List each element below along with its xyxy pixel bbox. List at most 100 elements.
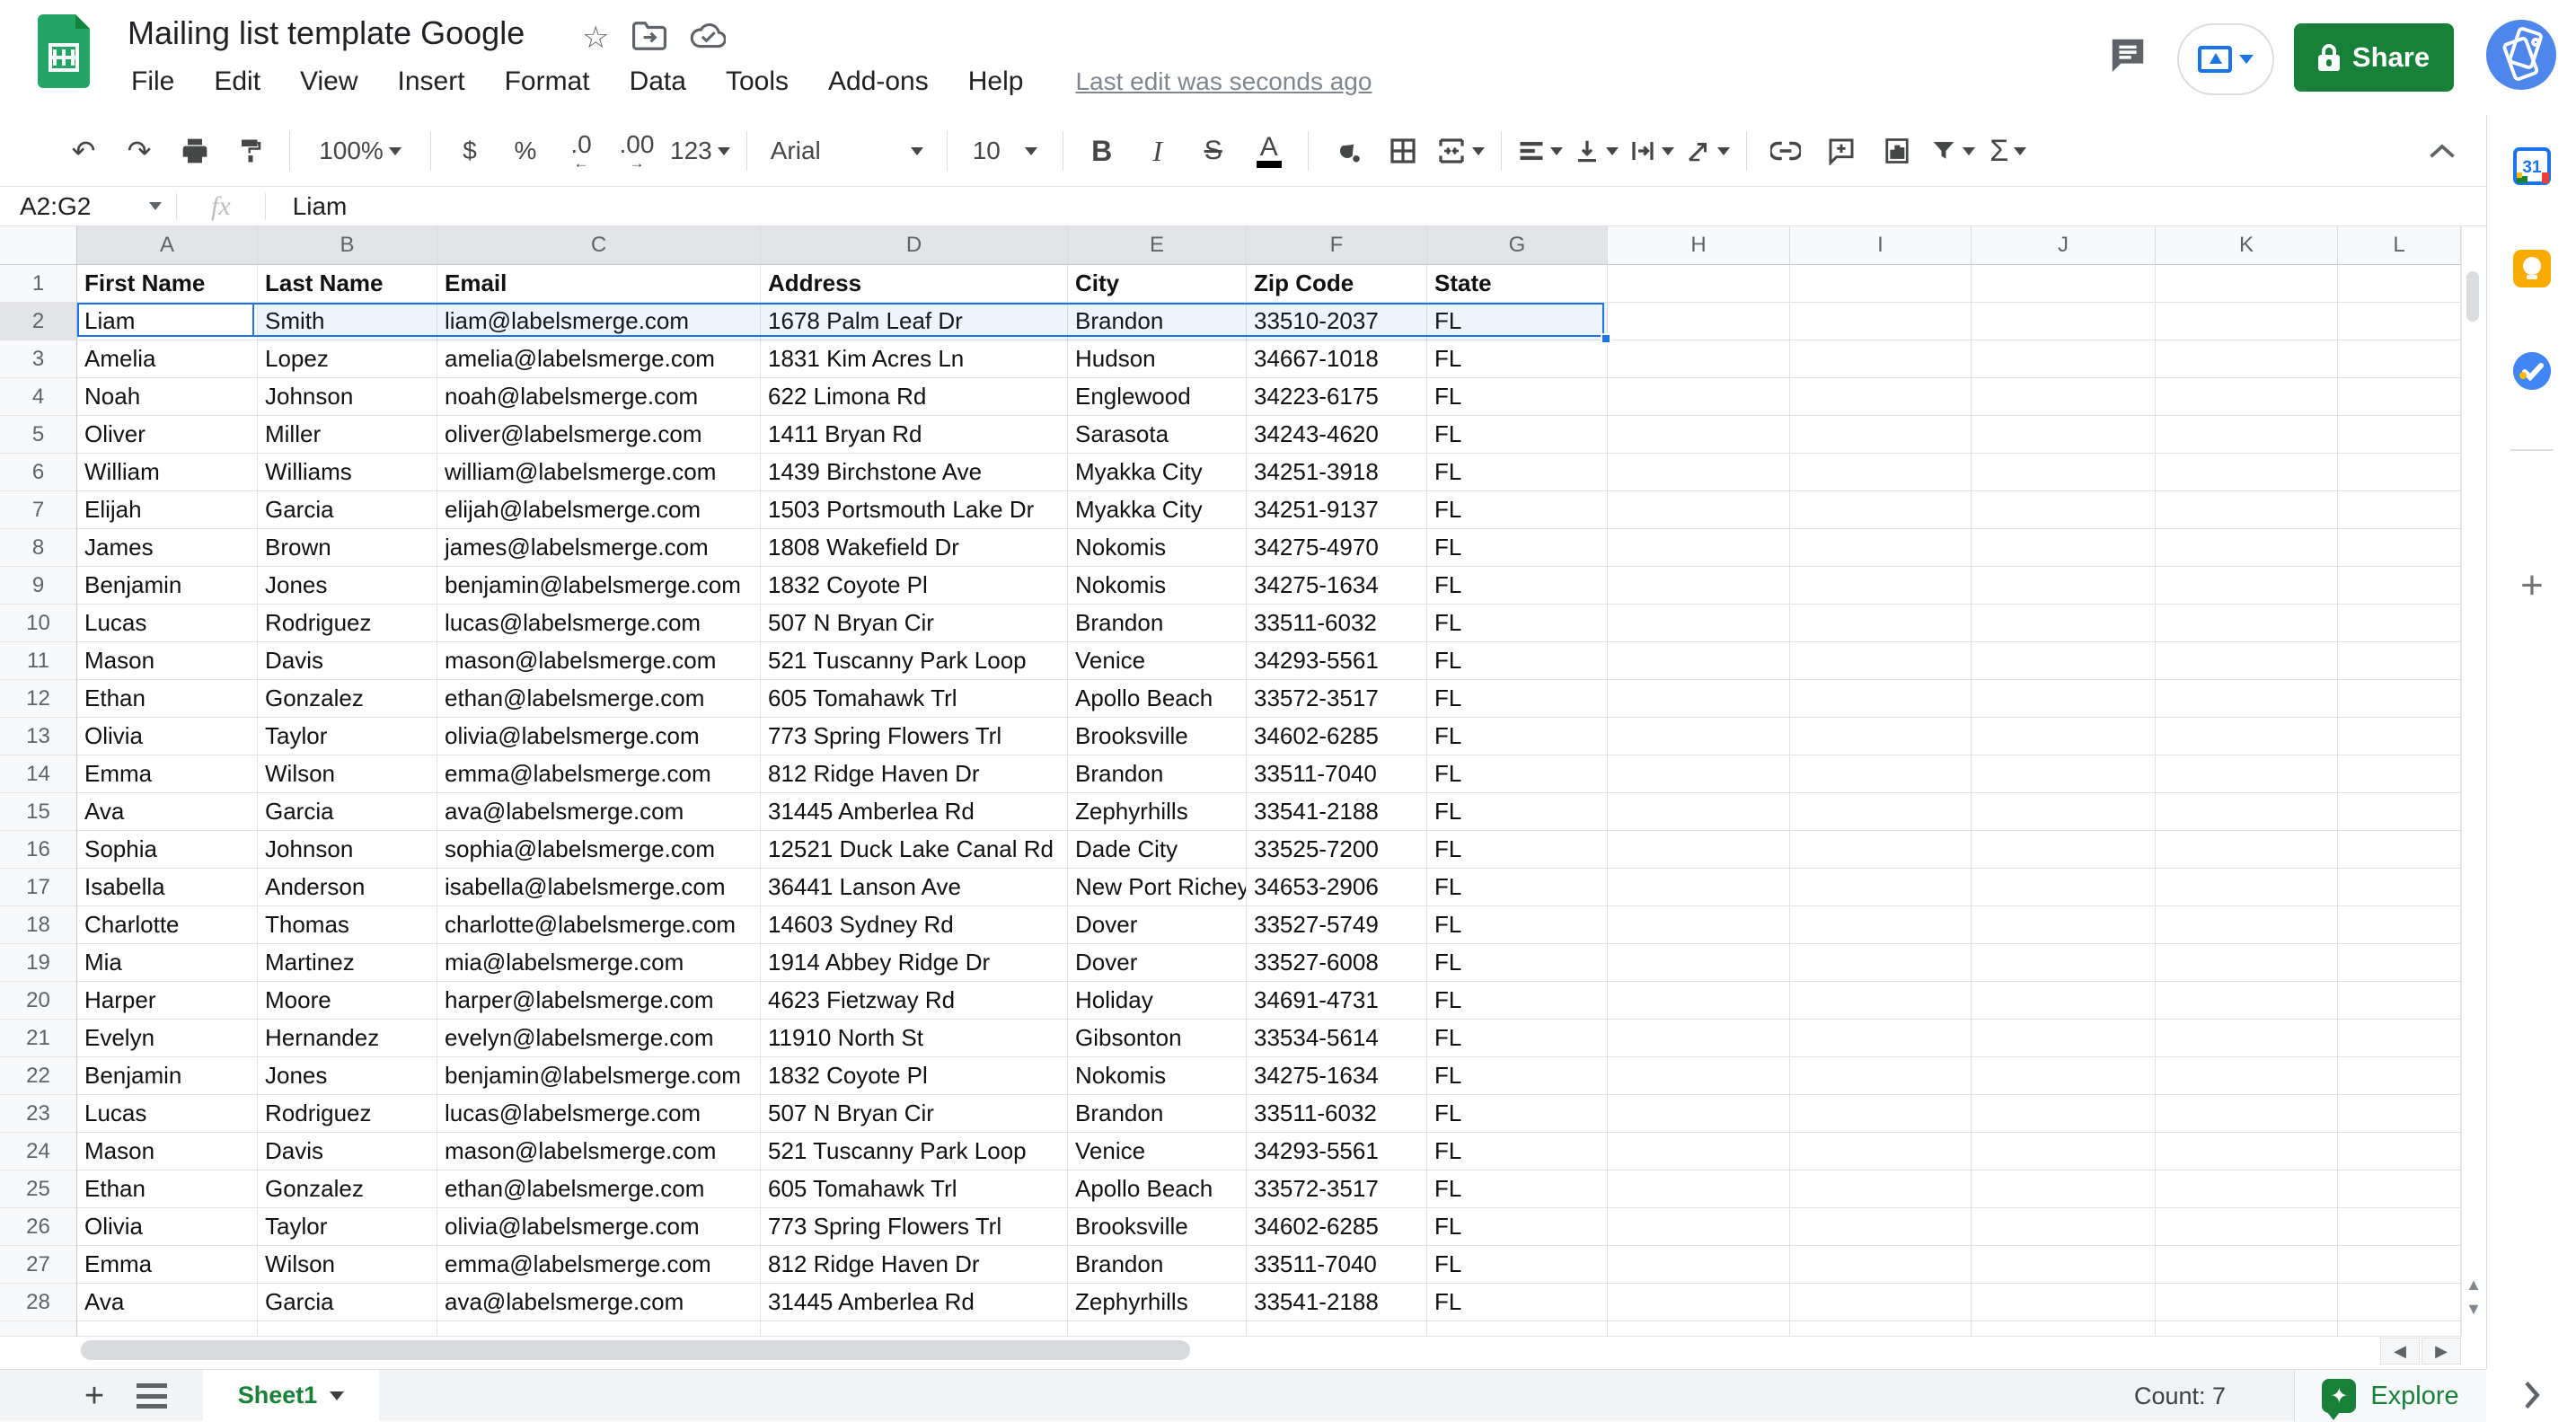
cell-A18[interactable]: Charlotte (77, 906, 258, 944)
all-sheets-button[interactable] (137, 1383, 167, 1409)
menu-data[interactable]: Data (626, 65, 690, 99)
cell-K14[interactable] (2156, 755, 2338, 793)
cell-A25[interactable]: Ethan (77, 1170, 258, 1208)
move-folder-icon[interactable] (632, 22, 666, 55)
formula-input[interactable]: Liam (280, 192, 348, 221)
menu-addons[interactable]: Add-ons (825, 65, 932, 99)
column-header-C[interactable]: C (437, 226, 761, 265)
cell-J16[interactable] (1972, 831, 2156, 869)
cell-K23[interactable] (2156, 1095, 2338, 1133)
cell-H7[interactable] (1608, 491, 1790, 529)
cell-B18[interactable]: Thomas (258, 906, 437, 944)
cell-C6[interactable]: william@labelsmerge.com (437, 454, 761, 491)
cell-G6[interactable]: FL (1427, 454, 1608, 491)
cell-I1[interactable] (1790, 265, 1972, 303)
cell-L16[interactable] (2338, 831, 2461, 869)
cell-E23[interactable]: Brandon (1068, 1095, 1247, 1133)
cell-E9[interactable]: Nokomis (1068, 567, 1247, 605)
cell-G26[interactable]: FL (1427, 1208, 1608, 1246)
cell-B[interactable] (258, 1321, 437, 1337)
cell-H20[interactable] (1608, 982, 1790, 1020)
row-header-2[interactable]: 2 (0, 303, 77, 340)
cell-K25[interactable] (2156, 1170, 2338, 1208)
row-header-20[interactable]: 20 (0, 982, 77, 1020)
horizontal-scrollbar-thumb[interactable] (81, 1340, 1190, 1360)
row-header-24[interactable]: 24 (0, 1133, 77, 1170)
cell-F8[interactable]: 34275-4970 (1247, 529, 1427, 567)
cell-A11[interactable]: Mason (77, 642, 258, 680)
row-header-19[interactable]: 19 (0, 944, 77, 982)
cell-D3[interactable]: 1831 Kim Acres Ln (761, 340, 1068, 378)
sheet-tab-sheet1[interactable]: Sheet1 (203, 1370, 379, 1421)
cell-E19[interactable]: Dover (1068, 944, 1247, 982)
cell-C20[interactable]: harper@labelsmerge.com (437, 982, 761, 1020)
cell-C[interactable] (437, 1321, 761, 1337)
cell-I15[interactable] (1790, 793, 1972, 831)
cell-J28[interactable] (1972, 1284, 2156, 1321)
cell-K15[interactable] (2156, 793, 2338, 831)
cell-L22[interactable] (2338, 1057, 2461, 1095)
cell-G9[interactable]: FL (1427, 567, 1608, 605)
cell-K18[interactable] (2156, 906, 2338, 944)
document-title[interactable]: Mailing list template Google (128, 14, 525, 52)
cell-L13[interactable] (2338, 718, 2461, 755)
row-header-12[interactable]: 12 (0, 680, 77, 718)
bold-button[interactable]: B (1080, 126, 1125, 176)
cell-L26[interactable] (2338, 1208, 2461, 1246)
cell-C14[interactable]: emma@labelsmerge.com (437, 755, 761, 793)
functions-button[interactable]: Σ (1986, 126, 2031, 176)
cell-K[interactable] (2156, 1321, 2338, 1337)
cell-C12[interactable]: ethan@labelsmerge.com (437, 680, 761, 718)
cell-A27[interactable]: Emma (77, 1246, 258, 1284)
cell-F12[interactable]: 33572-3517 (1247, 680, 1427, 718)
cell-I17[interactable] (1790, 869, 1972, 906)
cell-D1[interactable]: Address (761, 265, 1068, 303)
cell-L27[interactable] (2338, 1246, 2461, 1284)
cell-E11[interactable]: Venice (1068, 642, 1247, 680)
cell-D2[interactable]: 1678 Palm Leaf Dr (761, 303, 1068, 340)
cell-L10[interactable] (2338, 605, 2461, 642)
cell-B4[interactable]: Johnson (258, 378, 437, 416)
cell-G12[interactable]: FL (1427, 680, 1608, 718)
cell-F26[interactable]: 34602-6285 (1247, 1208, 1427, 1246)
cell-A2[interactable]: Liam (77, 303, 258, 340)
text-rotation-button[interactable] (1685, 126, 1730, 176)
cell-J27[interactable] (1972, 1246, 2156, 1284)
cell-L4[interactable] (2338, 378, 2461, 416)
cell-G17[interactable]: FL (1427, 869, 1608, 906)
menu-file[interactable]: File (128, 65, 178, 99)
cell-L18[interactable] (2338, 906, 2461, 944)
vertical-align-button[interactable] (1574, 126, 1619, 176)
italic-button[interactable]: I (1135, 126, 1180, 176)
cell-B28[interactable]: Garcia (258, 1284, 437, 1321)
cell-C22[interactable]: benjamin@labelsmerge.com (437, 1057, 761, 1095)
cell-I12[interactable] (1790, 680, 1972, 718)
decrease-decimal-button[interactable]: .0← (559, 126, 604, 176)
cell-H12[interactable] (1608, 680, 1790, 718)
cell-L11[interactable] (2338, 642, 2461, 680)
cell-L12[interactable] (2338, 680, 2461, 718)
cell-K21[interactable] (2156, 1020, 2338, 1057)
calendar-icon[interactable]: 31 (2513, 147, 2551, 185)
cell-C3[interactable]: amelia@labelsmerge.com (437, 340, 761, 378)
cell-I7[interactable] (1790, 491, 1972, 529)
cell-F10[interactable]: 33511-6032 (1247, 605, 1427, 642)
cell-G5[interactable]: FL (1427, 416, 1608, 454)
cell-D12[interactable]: 605 Tomahawk Trl (761, 680, 1068, 718)
cell-I22[interactable] (1790, 1057, 1972, 1095)
cell-B26[interactable]: Taylor (258, 1208, 437, 1246)
cell-D4[interactable]: 622 Limona Rd (761, 378, 1068, 416)
cell-C21[interactable]: evelyn@labelsmerge.com (437, 1020, 761, 1057)
cell-D13[interactable]: 773 Spring Flowers Trl (761, 718, 1068, 755)
redo-button[interactable]: ↷ (117, 126, 162, 176)
cell-H3[interactable] (1608, 340, 1790, 378)
scroll-left-button[interactable]: ◀ (2380, 1338, 2420, 1365)
cell-K4[interactable] (2156, 378, 2338, 416)
cell-I13[interactable] (1790, 718, 1972, 755)
cell-B14[interactable]: Wilson (258, 755, 437, 793)
cell-H19[interactable] (1608, 944, 1790, 982)
cell-G8[interactable]: FL (1427, 529, 1608, 567)
row-header-17[interactable]: 17 (0, 869, 77, 906)
cell-D22[interactable]: 1832 Coyote Pl (761, 1057, 1068, 1095)
cell-I16[interactable] (1790, 831, 1972, 869)
